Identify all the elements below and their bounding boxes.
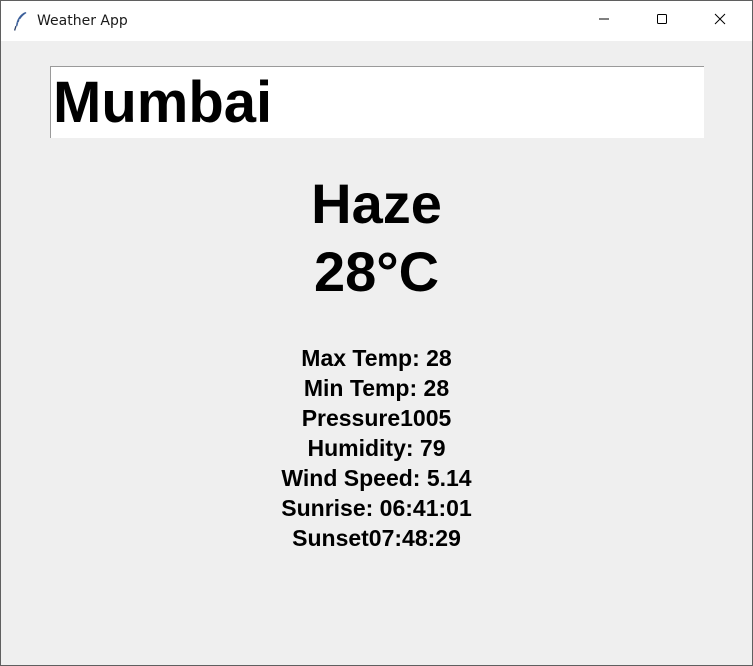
close-button[interactable]	[697, 1, 743, 41]
window-title: Weather App	[37, 13, 128, 29]
weather-details: Max Temp: 28 Min Temp: 28 Pressure1005 H…	[1, 343, 752, 553]
sunrise-label: Sunrise: 06:41:01	[281, 495, 472, 521]
min-temp-label: Min Temp: 28	[303, 375, 450, 401]
city-search-input[interactable]	[50, 66, 704, 138]
pressure-label: Pressure1005	[301, 405, 452, 431]
minimize-icon	[598, 12, 610, 30]
weather-condition: Haze	[311, 172, 442, 235]
feather-icon	[13, 11, 29, 31]
maximize-button[interactable]	[639, 1, 685, 41]
humidity-label: Humidity: 79	[307, 435, 446, 461]
title-bar[interactable]: Weather App	[1, 1, 752, 41]
minimize-button[interactable]	[581, 1, 627, 41]
current-temperature: 28°C	[313, 240, 440, 303]
max-temp-label: Max Temp: 28	[301, 345, 452, 371]
wind-speed-label: Wind Speed: 5.14	[281, 465, 472, 491]
close-icon	[714, 12, 726, 30]
app-window: Weather App Haze 28°C Max Temp: 28 Min T…	[0, 0, 753, 666]
sunset-label: Sunset07:48:29	[292, 525, 461, 551]
maximize-icon	[656, 12, 668, 30]
